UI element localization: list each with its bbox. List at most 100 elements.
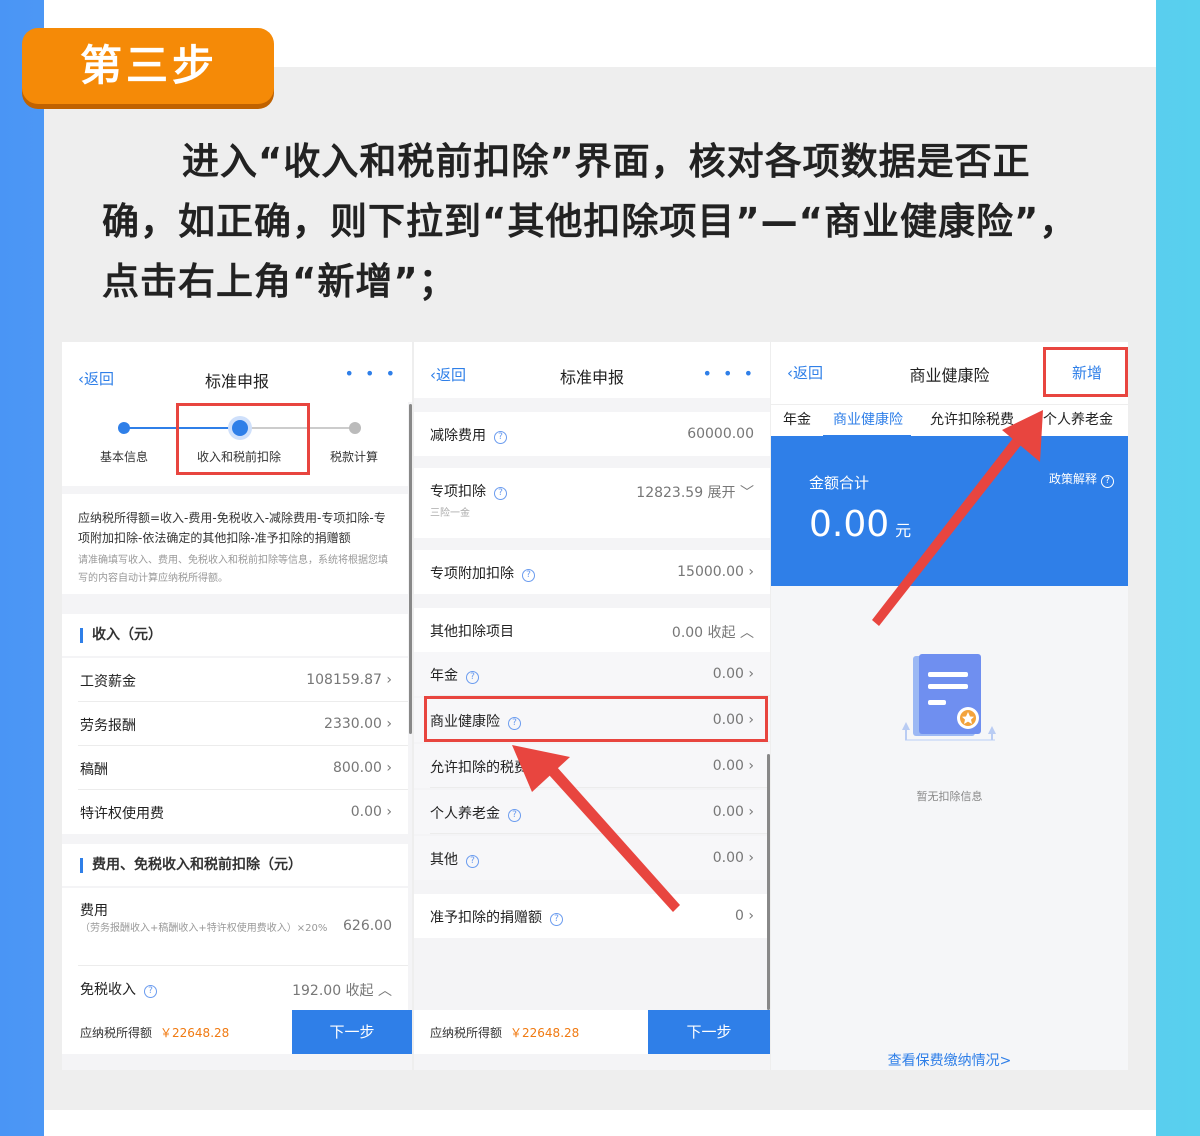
income-row-royalty[interactable]: 稿酬 800.00 › bbox=[62, 746, 408, 790]
formula-text: 应纳税所得额=收入-费用-免税收入-减除费用-专项扣除-专项附加扣除-依法确定的… bbox=[78, 511, 386, 545]
row-label: 其他? bbox=[430, 849, 479, 869]
help-icon: ? bbox=[1101, 475, 1114, 488]
row-value: 0.00 › bbox=[712, 850, 754, 866]
step-label-basic[interactable]: 基本信息 bbox=[64, 448, 184, 465]
next-step-button[interactable]: 下一步 bbox=[292, 1010, 412, 1054]
chevron-right-icon: › bbox=[386, 716, 392, 732]
bottom-bar: 应纳税所得额 ￥22648.28 下一步 bbox=[414, 1010, 770, 1054]
screen-health-insurance: ‹返回 商业健康险 新增 年金 商业健康险 允许扣除税费 个人养老金 金额合计 … bbox=[771, 342, 1128, 1070]
help-icon[interactable]: ? bbox=[494, 431, 507, 444]
formula-box: 应纳税所得额=收入-费用-免税收入-减除费用-专项扣除-专项附加扣除-依法确定的… bbox=[62, 494, 408, 594]
bottom-bar: 应纳税所得额 ￥22648.28 下一步 bbox=[62, 1010, 412, 1054]
divider bbox=[430, 787, 770, 788]
highlight-add-button bbox=[1043, 347, 1128, 397]
row-label: 稿酬 bbox=[80, 762, 108, 778]
value-text: 2330.00 bbox=[324, 716, 382, 732]
row-sublabel: 三险一金 bbox=[430, 508, 470, 519]
row-label: 专项附加扣除? bbox=[430, 563, 535, 583]
empty-state-icon bbox=[895, 652, 1005, 752]
total-label: 金额合计 bbox=[809, 474, 870, 492]
label-text: 专项附加扣除 bbox=[430, 566, 514, 582]
total-banner: 金额合计 0.00 元 政策解释? bbox=[771, 436, 1128, 586]
other-item-tax-fees[interactable]: 允许扣除的税费? 0.00 › bbox=[414, 744, 770, 788]
chevron-right-icon: › bbox=[386, 760, 392, 776]
row-value: 2330.00 › bbox=[324, 716, 392, 732]
row-value: 800.00 › bbox=[333, 760, 392, 776]
fee-note: （劳务报酬收入+稿酬收入+特许权使用费收入）×20% bbox=[80, 923, 328, 934]
instruction-text: 进入“收入和税前扣除”界面，核对各项数据是否正确，如正确，则下拉到“其他扣除项目… bbox=[102, 140, 1078, 303]
more-icon[interactable]: • • • bbox=[703, 364, 756, 383]
label-text: 准予扣除的捐赠额 bbox=[430, 910, 542, 926]
row-value: 15000.00 › bbox=[677, 564, 754, 580]
other-item-pension[interactable]: 个人养老金? 0.00 › bbox=[414, 790, 770, 834]
tab-annuity[interactable]: 年金 bbox=[783, 409, 811, 429]
empty-state-text: 暂无扣除信息 bbox=[916, 790, 983, 803]
highlight-income-step bbox=[176, 403, 310, 475]
row-value[interactable]: 12823.59 展开 ﹀ bbox=[636, 482, 754, 502]
help-icon[interactable]: ? bbox=[536, 763, 549, 776]
row-value: 108159.87 › bbox=[306, 672, 392, 688]
row-label: 免税收入? bbox=[80, 979, 157, 999]
other-deductions-header[interactable]: 其他扣除项目 0.00 收起 ︿ bbox=[414, 608, 770, 652]
policy-link[interactable]: 政策解释? bbox=[1049, 470, 1114, 488]
row-value: 0.00 › bbox=[712, 758, 754, 774]
taxable-income: 应纳税所得额 ￥22648.28 bbox=[430, 1024, 579, 1041]
scrollbar[interactable] bbox=[767, 754, 770, 1010]
more-icon[interactable]: • • • bbox=[345, 364, 398, 383]
income-row-salary[interactable]: 工资薪金 108159.87 › bbox=[62, 658, 408, 702]
row-value[interactable]: 0.00 收起 ︿ bbox=[672, 622, 754, 642]
help-icon[interactable]: ? bbox=[508, 809, 521, 822]
label-text: 减除费用 bbox=[430, 428, 486, 444]
total-unit: 元 bbox=[895, 521, 912, 540]
help-icon[interactable]: ? bbox=[144, 985, 157, 998]
tab-pension[interactable]: 个人养老金 bbox=[1043, 409, 1113, 429]
other-item-other[interactable]: 其他? 0.00 › bbox=[414, 836, 770, 880]
label-text: 免税收入 bbox=[80, 982, 136, 998]
taxfree-row[interactable]: 免税收入? 192.00 收起 ︿ bbox=[62, 966, 408, 1010]
nav-bar: ‹返回 标准申报 • • • bbox=[414, 342, 770, 398]
deduction-row-special-add[interactable]: 专项附加扣除? 15000.00 › bbox=[414, 550, 770, 594]
row-value: 60000.00 bbox=[687, 426, 754, 442]
taxfree-value[interactable]: 192.00 收起 ︿ bbox=[292, 980, 392, 1000]
total-amount: 0.00 元 bbox=[809, 504, 911, 545]
fee-row[interactable]: 费用 （劳务报酬收入+稿酬收入+特许权使用费收入）×20% 626.00 bbox=[62, 888, 408, 966]
next-step-button[interactable]: 下一步 bbox=[648, 1010, 770, 1054]
tab-tax-fees[interactable]: 允许扣除税费 bbox=[930, 409, 1014, 429]
row-label: 其他扣除项目 bbox=[430, 624, 514, 640]
card-bottom bbox=[44, 1110, 1156, 1136]
scrollbar[interactable] bbox=[409, 404, 412, 734]
row-label: 准予扣除的捐赠额? bbox=[430, 907, 563, 927]
deduction-row-reduce[interactable]: 减除费用? 60000.00 bbox=[414, 412, 770, 456]
deduction-row-special[interactable]: 专项扣除? 三险一金 12823.59 展开 ﹀ bbox=[414, 468, 770, 538]
row-label: 个人养老金? bbox=[430, 803, 521, 823]
divider bbox=[430, 833, 770, 834]
row-value: 0.00 › bbox=[712, 804, 754, 820]
tab-bar: 年金 商业健康险 允许扣除税费 个人养老金 bbox=[771, 404, 1128, 437]
other-item-annuity[interactable]: 年金? 0.00 › bbox=[414, 652, 770, 696]
help-icon[interactable]: ? bbox=[522, 569, 535, 582]
help-icon[interactable]: ? bbox=[494, 487, 507, 500]
value-text: 800.00 bbox=[332, 760, 382, 776]
tab-health-insurance[interactable]: 商业健康险 bbox=[833, 409, 903, 429]
step-dot-1 bbox=[118, 422, 130, 434]
nav-bar: ‹返回 标准申报 • • • bbox=[62, 342, 412, 402]
row-label: 专项扣除? bbox=[430, 481, 507, 501]
highlight-health-insurance bbox=[424, 696, 768, 742]
help-icon[interactable]: ? bbox=[466, 855, 479, 868]
income-row-franchise[interactable]: 特许权使用费 0.00 › bbox=[62, 790, 408, 834]
step-dot-3 bbox=[349, 422, 361, 434]
taxable-amount: ￥22648.28 bbox=[510, 1026, 580, 1040]
taxable-label: 应纳税所得额 bbox=[80, 1026, 153, 1040]
row-label: 工资薪金 bbox=[80, 674, 136, 690]
step-label-tax[interactable]: 税款计算 bbox=[294, 448, 412, 465]
label-text: 其他 bbox=[430, 852, 458, 868]
donation-row[interactable]: 准予扣除的捐赠额? 0 › bbox=[414, 894, 770, 938]
row-label: 劳务报酬 bbox=[80, 718, 136, 734]
row-label: 减除费用? bbox=[430, 425, 507, 445]
help-icon[interactable]: ? bbox=[466, 671, 479, 684]
row-label: 允许扣除的税费? bbox=[430, 757, 549, 777]
chevron-right-icon: › bbox=[386, 672, 392, 688]
payment-status-link[interactable]: 查看保费缴纳情况> bbox=[771, 1050, 1128, 1070]
help-icon[interactable]: ? bbox=[550, 913, 563, 926]
income-row-labor[interactable]: 劳务报酬 2330.00 › bbox=[62, 702, 408, 746]
